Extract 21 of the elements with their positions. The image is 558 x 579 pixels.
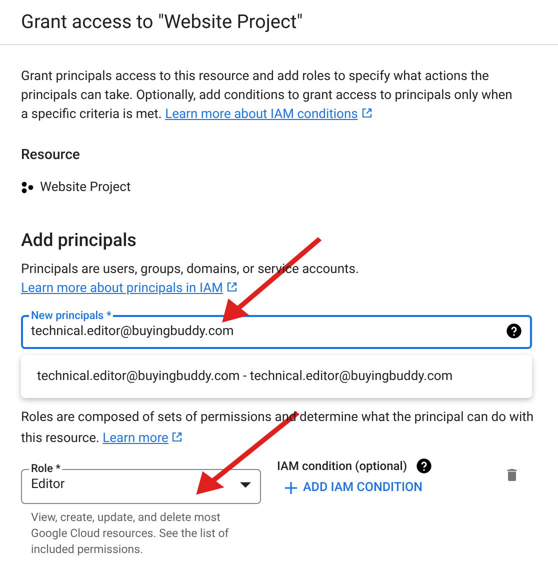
window-title: Grant access to "Website Project" — [21, 8, 303, 35]
project-icon — [21, 181, 34, 194]
add-iam-condition-button[interactable]: ADD IAM CONDITION — [285, 479, 422, 498]
iam-conditions-link[interactable]: Learn more about IAM conditions — [165, 107, 358, 122]
role-helper-text: View, create, update, and delete most Google Cloud resources. See the list of included permissions. — [30, 508, 230, 556]
external-link-icon — [360, 107, 373, 119]
help-icon[interactable] — [506, 323, 522, 340]
suggestion-item[interactable]: technical.editor@buyingbuddy.com - technical.editor@buyingbuddy.com — [21, 366, 532, 386]
plus-icon — [285, 482, 297, 494]
resource-name: Website Project — [40, 179, 131, 197]
add-principals-heading: Add principals — [21, 228, 138, 252]
dropdown-caret-icon — [240, 482, 251, 488]
principals-link[interactable]: Learn more about principals in IAM — [21, 280, 223, 296]
intro-paragraph: Grant principals access to this resource and add roles to specify what actions the principals can take. Optionally, add conditions to grant access to principals only when a specific criteria is met. Learn more about IAM conditions — [21, 68, 514, 124]
external-link-icon — [226, 280, 238, 292]
iam-condition-label: IAM condition (optional) — [277, 458, 408, 475]
new-principals-field[interactable]: New principals * technical.editor@buyingbuddy.com — [21, 310, 532, 349]
roles-learn-more-link[interactable]: Learn more — [102, 431, 168, 446]
external-link-icon — [171, 431, 184, 443]
resource-heading: Resource — [21, 146, 81, 165]
help-icon[interactable] — [416, 458, 432, 474]
